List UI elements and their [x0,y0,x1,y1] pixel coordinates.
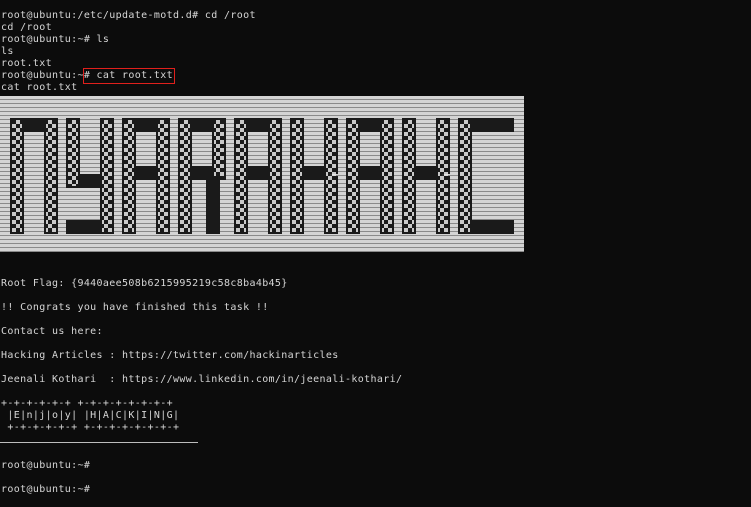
ascii-art-banner [0,96,524,252]
command-line-cd: root@ubuntu:/etc/update-motd.d# cd /root [1,10,256,21]
command-line-ls: root@ubuntu:~# ls [1,34,110,45]
enjoy-hacking-text: |E|n|j|o|y| |H|A|C|K|I|N|G| [1,410,180,421]
hacking-articles-link: Hacking Articles : https://twitter.com/h… [1,350,339,361]
echo-ls: ls [1,46,14,57]
enjoy-hacking-top-border: +-+-+-+-+-+ +-+-+-+-+-+-+-+ [1,398,174,409]
terminal-window[interactable]: root@ubuntu:/etc/update-motd.d# cd /root… [0,0,751,507]
highlight-box [83,68,175,84]
echo-cat: cat root.txt [1,82,78,93]
prompt-line-active[interactable]: root@ubuntu:~# [1,484,90,496]
prompt-line: root@ubuntu:~# [1,460,91,471]
contact-heading: Contact us here: [1,326,103,337]
congrats-message: !! Congrats you have finished this task … [1,302,269,313]
jeenali-link: Jeenali Kothari : https://www.linkedin.c… [1,374,403,385]
echo-cd: cd /root [1,22,52,33]
root-flag: Root Flag: {9440aee508b6215995219c58c8ba… [1,278,288,289]
enjoy-hacking-bottom-border: +-+-+-+-+-+ +-+-+-+-+-+-+-+ [1,422,180,433]
divider-line [0,442,198,443]
ls-output: root.txt [1,58,52,69]
